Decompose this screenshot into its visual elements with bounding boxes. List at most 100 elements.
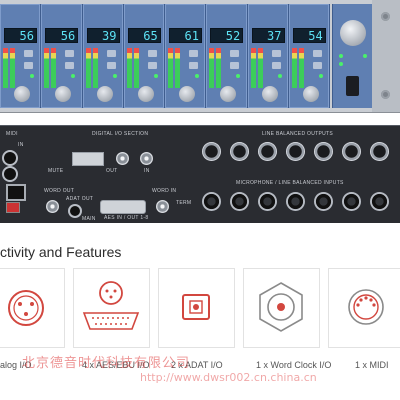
channel-strip: 61 xyxy=(165,4,207,108)
feature-card-wordclock[interactable] xyxy=(243,268,320,348)
gain-knob[interactable] xyxy=(261,86,278,102)
status-led xyxy=(339,54,343,58)
aes-dsub-port[interactable] xyxy=(100,200,146,214)
mains-switch[interactable] xyxy=(6,202,20,213)
status-led xyxy=(112,74,117,78)
feature-card-analog[interactable] xyxy=(0,268,65,348)
gain-knob[interactable] xyxy=(96,86,113,102)
bnc-port[interactable] xyxy=(140,152,153,165)
line-inputs-label: MICROPHONE / LINE BALANCED INPUTS xyxy=(236,180,344,186)
bnc-port[interactable] xyxy=(116,152,129,165)
channel-button[interactable] xyxy=(271,50,281,57)
gain-knob[interactable] xyxy=(179,86,195,102)
xlr-output[interactable] xyxy=(258,142,277,161)
channel-lcd-readout: 37 xyxy=(251,28,285,43)
channel-button[interactable] xyxy=(106,62,116,69)
channel-strip: 56 xyxy=(0,4,42,108)
xlr-input[interactable] xyxy=(342,192,361,211)
level-meter xyxy=(44,48,50,88)
channel-button[interactable] xyxy=(230,50,240,57)
xlr-connector-icon xyxy=(8,290,44,326)
word-clock-out-port[interactable] xyxy=(46,200,59,213)
channel-button[interactable] xyxy=(24,62,33,69)
channel-button[interactable] xyxy=(147,62,157,69)
feature-card-aes[interactable] xyxy=(73,268,150,348)
feature-card-adat[interactable] xyxy=(158,268,235,348)
status-led xyxy=(339,62,343,66)
channel-button[interactable] xyxy=(189,62,198,69)
channel-strip: 39 xyxy=(82,4,124,108)
level-meter xyxy=(216,48,222,88)
watermark-url: http://www.dwsr002.cn.china.cn xyxy=(140,371,317,384)
adat-out-port[interactable] xyxy=(70,206,80,216)
optical-port-pair[interactable] xyxy=(72,152,104,166)
xlr-output[interactable] xyxy=(314,142,333,161)
level-meter xyxy=(257,48,263,88)
midi-in-label: IN xyxy=(18,142,24,148)
level-meter xyxy=(175,48,180,88)
section-heading: ctivity and Features xyxy=(0,244,122,260)
midi-out-port[interactable] xyxy=(4,168,16,180)
level-meter xyxy=(10,48,15,88)
channel-button[interactable] xyxy=(24,50,33,57)
channel-strip: 54 xyxy=(288,4,330,108)
xlr-input[interactable] xyxy=(202,192,221,211)
channel-button[interactable] xyxy=(65,50,75,57)
gain-knob[interactable] xyxy=(137,86,154,102)
channel-strip: 65 xyxy=(123,4,165,108)
power-switch[interactable] xyxy=(346,76,359,96)
midi-in-port[interactable] xyxy=(4,152,16,164)
status-led xyxy=(236,74,241,78)
xlr-output[interactable] xyxy=(230,142,249,161)
xlr-input[interactable] xyxy=(314,192,333,211)
channel-button[interactable] xyxy=(65,62,75,69)
xlr-output[interactable] xyxy=(370,142,389,161)
channel-lcd-readout: 39 xyxy=(86,28,120,43)
gain-knob[interactable] xyxy=(220,86,237,102)
level-meter xyxy=(133,48,139,88)
watermark-company: 北京德音时代科技有限公司 xyxy=(22,356,191,371)
xlr-input[interactable] xyxy=(258,192,277,211)
channel-button[interactable] xyxy=(189,50,198,57)
word-in-label: WORD IN xyxy=(152,188,177,194)
xlr-output[interactable] xyxy=(202,142,221,161)
xlr-input[interactable] xyxy=(230,192,249,211)
xlr-output[interactable] xyxy=(342,142,361,161)
channel-lcd-readout: 52 xyxy=(210,28,244,43)
channel-button[interactable] xyxy=(147,50,157,57)
out-label: OUT xyxy=(106,168,118,174)
channel-button[interactable] xyxy=(271,62,281,69)
channel-strips: 56 56 39 65 61 52 37 54 xyxy=(0,4,330,108)
status-led xyxy=(30,74,34,78)
xlr-dsub-connector-icon xyxy=(82,281,140,330)
feature-caption-midi: 1 x MIDI xyxy=(355,360,389,370)
midi-label: MIDI xyxy=(6,131,18,137)
status-led xyxy=(71,74,76,78)
channel-button[interactable] xyxy=(106,50,116,57)
channel-strip: 56 xyxy=(41,4,83,108)
xlr-output[interactable] xyxy=(286,142,305,161)
level-meter xyxy=(298,48,304,88)
power-inlet[interactable] xyxy=(6,184,26,201)
gain-knob[interactable] xyxy=(14,86,30,102)
volume-knob[interactable] xyxy=(340,20,366,46)
channel-button[interactable] xyxy=(312,50,322,57)
channel-lcd-readout: 54 xyxy=(292,28,326,43)
channel-strip: 52 xyxy=(206,4,248,108)
level-meter xyxy=(85,48,91,88)
digital-section-label: DIGITAL I/O SECTION xyxy=(92,131,149,137)
feature-card-midi[interactable] xyxy=(328,268,400,348)
xlr-input[interactable] xyxy=(370,192,389,211)
channel-button[interactable] xyxy=(312,62,322,69)
channel-button[interactable] xyxy=(230,62,240,69)
word-clock-in-port[interactable] xyxy=(156,200,169,213)
main-label: MAIN xyxy=(82,216,96,222)
word-out-label: WORD OUT xyxy=(44,188,75,194)
channel-lcd-readout: 61 xyxy=(169,28,202,43)
xlr-input[interactable] xyxy=(286,192,305,211)
gain-knob[interactable] xyxy=(55,86,72,102)
device-front-panel: 56 56 39 65 61 52 37 54 xyxy=(0,0,400,113)
status-led xyxy=(195,74,199,78)
gain-knob[interactable] xyxy=(302,86,319,102)
in-label: IN xyxy=(144,168,150,174)
